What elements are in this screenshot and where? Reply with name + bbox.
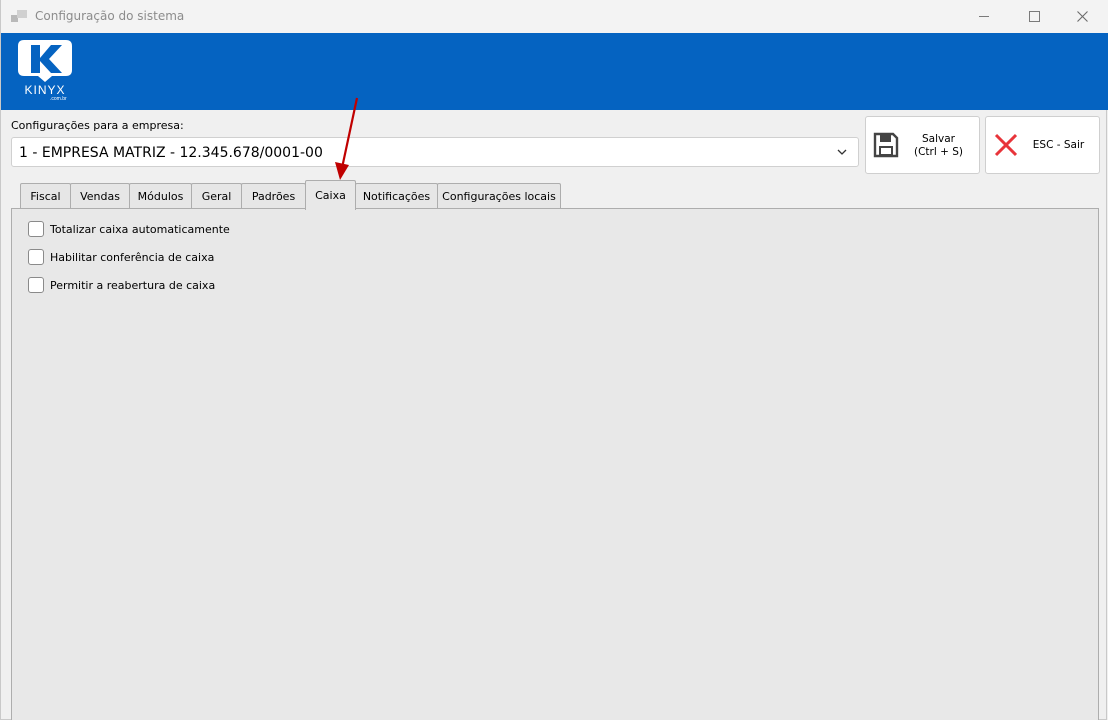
close-icon — [1076, 11, 1088, 22]
floppy-disk-icon — [873, 132, 899, 158]
brand-domain: .com.br — [50, 96, 67, 102]
checkbox[interactable] — [28, 249, 44, 265]
option-label: Permitir a reabertura de caixa — [50, 278, 216, 292]
tab-caixa[interactable]: Caixa — [305, 180, 356, 210]
option-permitir-reabertura[interactable]: Permitir a reabertura de caixa — [28, 276, 215, 294]
brand-name: KINYX — [24, 83, 66, 97]
option-totalizar-caixa[interactable]: Totalizar caixa automaticamente — [28, 220, 230, 238]
tab-fiscal[interactable]: Fiscal — [20, 183, 71, 209]
minimize-button[interactable] — [961, 0, 1007, 33]
tab-padroes[interactable]: Padrões — [241, 183, 306, 209]
maximize-icon — [1028, 11, 1040, 22]
title-bar: Configuração do sistema — [1, 0, 1108, 33]
company-selected-value: 1 - EMPRESA MATRIZ - 12.345.678/0001-00 — [19, 145, 323, 161]
close-window-button[interactable] — [1059, 0, 1105, 33]
save-label: Salvar — [922, 133, 955, 145]
save-button[interactable]: Salvar (Ctrl + S) — [865, 116, 980, 174]
close-x-icon — [994, 133, 1018, 157]
minimize-icon — [979, 16, 989, 17]
option-label: Totalizar caixa automaticamente — [50, 222, 230, 236]
annotation-arrow-icon — [335, 97, 359, 180]
exit-button[interactable]: ESC - Sair — [985, 116, 1100, 174]
tab-geral[interactable]: Geral — [191, 183, 242, 209]
caixa-panel: Totalizar caixa automaticamente Habilita… — [11, 208, 1099, 720]
tab-configuracoes-locais[interactable]: Configurações locais — [437, 183, 561, 209]
option-habilitar-conferencia[interactable]: Habilitar conferência de caixa — [28, 248, 214, 266]
save-shortcut: (Ctrl + S) — [913, 146, 963, 158]
option-label: Habilitar conferência de caixa — [50, 250, 215, 264]
checkbox[interactable] — [28, 221, 44, 237]
checkbox[interactable] — [28, 277, 44, 293]
exit-label: ESC - Sair — [1032, 139, 1085, 151]
maximize-button[interactable] — [1011, 0, 1057, 33]
window-title: Configuração do sistema — [35, 9, 185, 23]
config-window: Configuração do sistema KINYX .com.br Co… — [0, 0, 1108, 720]
tab-notificacoes[interactable]: Notificações — [355, 183, 438, 209]
tab-vendas[interactable]: Vendas — [70, 183, 130, 209]
company-select[interactable]: 1 - EMPRESA MATRIZ - 12.345.678/0001-00 — [11, 137, 859, 167]
header-band — [1, 33, 1108, 110]
app-icon — [11, 10, 27, 24]
kinyx-k-icon — [18, 40, 72, 82]
kinyx-logo: KINYX .com.br — [18, 40, 73, 102]
company-label: Configurações para a empresa: — [11, 119, 184, 132]
chevron-down-icon — [837, 149, 847, 155]
tab-modulos[interactable]: Módulos — [129, 183, 192, 209]
